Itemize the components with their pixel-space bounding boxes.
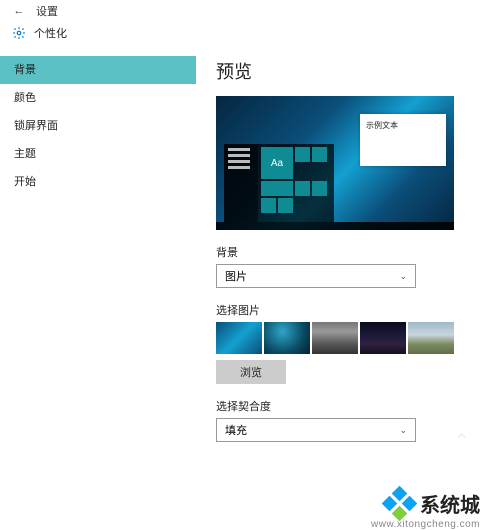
sidebar: 背景 颜色 锁屏界面 主题 开始 xyxy=(0,44,196,528)
sidebar-item-start[interactable]: 开始 xyxy=(0,168,196,196)
content-pane: 预览 Aa 示例文本 背景 图片 ⌄ xyxy=(196,44,500,528)
thumbnail-1[interactable] xyxy=(216,322,262,354)
thumbnail-2[interactable] xyxy=(264,322,310,354)
back-button[interactable]: ← xyxy=(12,5,26,17)
chevron-down-icon: ⌄ xyxy=(399,271,407,282)
background-select-value: 图片 xyxy=(225,268,247,284)
preview-taskbar xyxy=(216,222,454,230)
sidebar-item-colors[interactable]: 颜色 xyxy=(0,84,196,112)
preview-sample-text: 示例文本 xyxy=(366,120,440,131)
gear-icon xyxy=(12,26,26,40)
preview-start-menu: Aa xyxy=(224,144,334,222)
sidebar-item-background[interactable]: 背景 xyxy=(0,56,196,84)
preview-heading: 预览 xyxy=(216,58,480,84)
thumbnail-3[interactable] xyxy=(312,322,358,354)
sidebar-item-themes[interactable]: 主题 xyxy=(0,140,196,168)
fit-label: 选择契合度 xyxy=(216,398,480,414)
thumbnail-4[interactable] xyxy=(360,322,406,354)
background-select[interactable]: 图片 ⌄ xyxy=(216,264,416,288)
preview-tile: Aa xyxy=(261,147,293,179)
section-heading: 个性化 xyxy=(34,25,67,41)
desktop-preview: Aa 示例文本 xyxy=(216,96,454,230)
thumbnail-5[interactable] xyxy=(408,322,454,354)
choose-image-label: 选择图片 xyxy=(216,302,480,318)
watermark-brand: 系统城 xyxy=(420,489,480,518)
watermark-url: www.xitongcheng.com xyxy=(371,519,480,530)
fit-select[interactable]: 填充 ⌄ xyxy=(216,418,416,442)
watermark: 系统城 xyxy=(384,488,480,518)
browse-button[interactable]: 浏览 xyxy=(216,360,286,384)
sidebar-item-lockscreen[interactable]: 锁屏界面 xyxy=(0,112,196,140)
fit-select-value: 填充 xyxy=(225,422,247,438)
background-label: 背景 xyxy=(216,244,480,260)
watermark-logo-icon xyxy=(384,488,414,518)
decorative-arrow: ⌃ xyxy=(453,429,470,454)
window-title: 设置 xyxy=(36,3,58,19)
preview-sample-window: 示例文本 xyxy=(360,114,446,166)
chevron-down-icon: ⌄ xyxy=(399,425,407,436)
image-thumbnails xyxy=(216,322,480,354)
